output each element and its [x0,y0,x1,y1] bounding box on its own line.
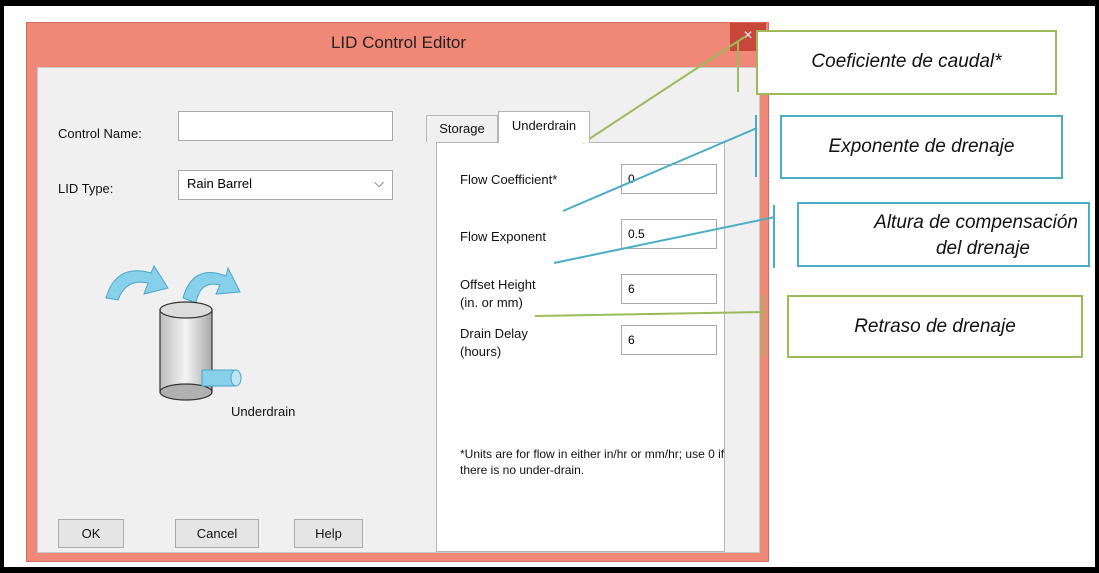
control-name-label: Control Name: [58,126,142,141]
window-title: LID Control Editor [330,33,467,52]
units-footnote: *Units are for flow in either in/hr or m… [460,447,725,477]
offset-height-label: Offset Height [460,277,536,292]
control-name-input[interactable] [178,111,393,141]
dialog-client-area: Control Name: LID Type: Rain Barrel ⌵ Un… [37,67,760,553]
lid-type-label: LID Type: [58,181,114,196]
drain-delay-units-label: (hours) [460,344,502,359]
callout-drain-delay: Retraso de drenaje [787,295,1083,358]
tab-underdrain[interactable]: Underdrain [498,111,590,143]
flow-exponent-label: Flow Exponent [460,229,546,244]
offset-height-units-label: (in. or mm) [460,295,523,310]
offset-height-input[interactable] [621,274,717,304]
callout-offset-height-line2: del drenaje [935,238,1030,259]
lid-type-value: Rain Barrel [187,176,253,191]
flow-coefficient-label: Flow Coefficient* [460,172,558,187]
chevron-down-icon: ⌵ [374,175,384,190]
callout-flow-coefficient: Coeficiente de caudal* [756,30,1057,95]
drain-delay-label: Drain Delay [460,326,528,341]
cancel-button[interactable]: Cancel [175,519,259,548]
flow-coefficient-input[interactable] [621,164,717,194]
tab-storage[interactable]: Storage [426,115,498,142]
title-bar[interactable]: LID Control Editor × [27,23,770,65]
drain-delay-input[interactable] [621,325,717,355]
callout-offset-height-line1: Altura de compensación [874,212,1078,233]
underdrain-panel: Flow Coefficient* Flow Exponent Offset H… [436,142,725,552]
rain-barrel-illustration [105,264,242,401]
callout-flow-exponent: Exponente de drenaje [780,115,1063,179]
lid-control-editor-window: LID Control Editor × Control Name: LID T… [26,22,769,562]
flow-exponent-input[interactable] [621,219,717,249]
ok-button[interactable]: OK [58,519,124,548]
help-button[interactable]: Help [294,519,363,548]
close-icon: × [743,27,753,44]
lid-type-select[interactable]: Rain Barrel ⌵ [178,170,393,200]
callout-offset-height: Altura de compensación del drenaje [797,202,1090,267]
underdrain-illustration-label: Underdrain [231,404,296,419]
